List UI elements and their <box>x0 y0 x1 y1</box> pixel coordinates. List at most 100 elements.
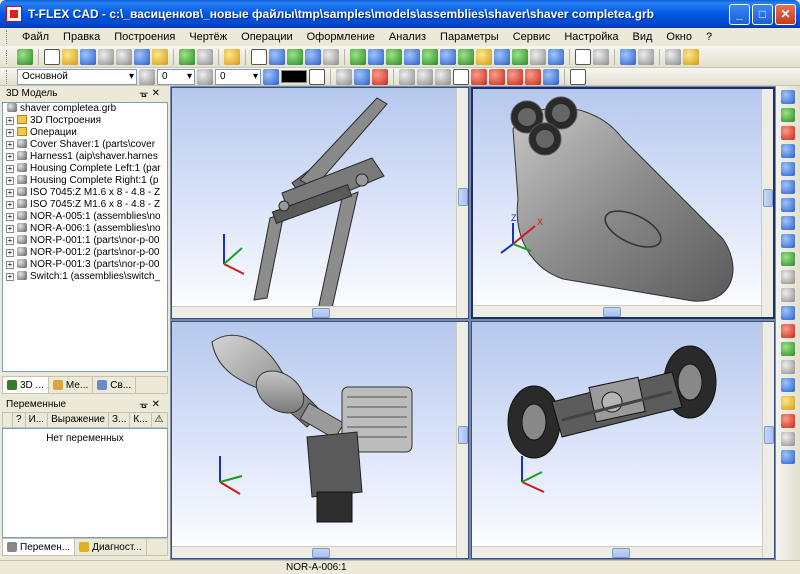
print-icon[interactable] <box>98 48 114 65</box>
expand-icon[interactable]: + <box>6 237 14 245</box>
view-render-icon[interactable] <box>781 342 795 356</box>
expand-icon[interactable]: + <box>6 153 14 161</box>
cut-icon[interactable] <box>116 48 132 65</box>
minimize-button[interactable]: _ <box>729 3 750 25</box>
priority-icon[interactable] <box>197 68 213 85</box>
layer-select[interactable]: Основной <box>17 68 137 85</box>
vars-col-indicator[interactable] <box>3 413 13 427</box>
vars-col-name[interactable]: И... <box>26 413 49 427</box>
tab-properties[interactable]: Св... <box>93 377 137 393</box>
chamfer-icon[interactable] <box>458 48 474 65</box>
tree-item[interactable]: + NOR-A-005:1 (assemblies\no <box>3 211 167 223</box>
menu-service[interactable]: Сервис <box>506 28 558 46</box>
menu-design[interactable]: Оформление <box>300 28 382 46</box>
pin-icon[interactable]: ᚗ <box>140 399 152 410</box>
tree-item[interactable]: + ISO 7045:Z M1.6 x 8 - 4.8 - Z <box>3 187 167 199</box>
snap-icon[interactable] <box>372 68 388 85</box>
expand-icon[interactable]: + <box>6 261 14 269</box>
viewport-bottom-left[interactable] <box>171 321 469 559</box>
tree-item[interactable]: + Cover Shaver:1 (parts\cover <box>3 139 167 151</box>
calculator-icon[interactable] <box>638 48 654 65</box>
maximize-button[interactable]: □ <box>752 3 773 25</box>
expand-icon[interactable]: + <box>6 189 14 197</box>
select-vertex-icon[interactable] <box>435 68 451 85</box>
menu-help[interactable]: ? <box>699 28 719 46</box>
tree-item[interactable]: + ISO 7045:Z M1.6 x 8 - 4.8 - Z <box>3 199 167 211</box>
mirror-icon[interactable] <box>512 48 528 65</box>
zoom-out-icon[interactable] <box>781 216 795 230</box>
clip-icon[interactable] <box>665 48 681 65</box>
tree-item[interactable]: + Switch:1 (assemblies\switch_ <box>3 271 167 283</box>
confirm-icon[interactable] <box>17 48 33 65</box>
tree-item[interactable]: +3D Построения <box>3 115 167 127</box>
vars-col-expression[interactable]: Выражение <box>48 413 109 427</box>
view-wire-icon[interactable] <box>781 360 795 374</box>
tree-item[interactable]: + Housing Complete Left:1 (par <box>3 163 167 175</box>
view-front-icon[interactable] <box>781 306 795 320</box>
menu-drawing[interactable]: Чертёж <box>182 28 234 46</box>
color-palette-icon[interactable] <box>263 68 279 85</box>
menu-parameters[interactable]: Параметры <box>433 28 506 46</box>
menu-file[interactable]: Файл <box>15 28 56 46</box>
horizontal-scrollbar[interactable] <box>172 546 456 558</box>
rotate-view-icon[interactable] <box>781 252 795 266</box>
tree-item[interactable]: + NOR-A-006:1 (assemblies\no <box>3 223 167 235</box>
plane-icon[interactable] <box>323 48 339 65</box>
variables-icon[interactable] <box>620 48 636 65</box>
menu-construct[interactable]: Построения <box>107 28 182 46</box>
help-icon[interactable] <box>683 48 699 65</box>
tree-root[interactable]: shaver completea.grb <box>3 103 167 115</box>
menu-operations[interactable]: Операции <box>234 28 299 46</box>
viewport-top-left[interactable] <box>171 87 469 319</box>
node-icon[interactable] <box>287 48 303 65</box>
new-file-icon[interactable] <box>44 48 60 65</box>
select-profile-icon[interactable] <box>543 68 559 85</box>
boolean-icon[interactable] <box>422 48 438 65</box>
view-iso-icon[interactable] <box>781 378 795 392</box>
select-arrow-icon[interactable] <box>781 90 795 104</box>
menu-settings[interactable]: Настройка <box>557 28 625 46</box>
menu-grip[interactable] <box>6 30 9 44</box>
viewport-top-right[interactable]: Z X <box>471 87 775 319</box>
select-operation-icon[interactable] <box>471 68 487 85</box>
scroll-thumb[interactable] <box>458 426 468 444</box>
view-section-icon[interactable] <box>781 324 795 338</box>
panel-close-icon[interactable]: ✕ <box>152 399 164 410</box>
zoom-dynamic-icon[interactable] <box>781 234 795 248</box>
expand-icon[interactable]: + <box>6 225 14 233</box>
select-all-icon[interactable] <box>570 68 586 85</box>
save-icon[interactable] <box>80 48 96 65</box>
zoom-previous-icon[interactable] <box>781 198 795 212</box>
expand-icon[interactable]: + <box>6 213 14 221</box>
dimension-icon[interactable] <box>305 48 321 65</box>
vertical-scrollbar[interactable] <box>762 322 774 558</box>
viewport-bottom-right[interactable] <box>471 321 775 559</box>
scroll-thumb[interactable] <box>603 307 621 317</box>
filter-icon[interactable] <box>336 68 352 85</box>
vertical-scrollbar[interactable] <box>456 322 468 558</box>
expand-icon[interactable]: + <box>6 201 14 209</box>
close-button[interactable]: ✕ <box>775 3 796 25</box>
vars-col-value[interactable]: З... <box>109 413 131 427</box>
expand-icon[interactable]: + <box>6 129 14 137</box>
tree-item[interactable]: + Операции <box>3 127 167 139</box>
window-layout-icon[interactable] <box>251 48 267 65</box>
tree-item[interactable]: + NOR-P-001:2 (parts\nor-p-00 <box>3 247 167 259</box>
tab-variables[interactable]: Перемен... <box>3 539 76 555</box>
sweep-icon[interactable] <box>404 48 420 65</box>
tree-item[interactable]: + Harness1 (aip\shaver.harnes <box>3 151 167 163</box>
panel-close-icon[interactable]: ✕ <box>152 88 164 99</box>
rotate-icon[interactable] <box>368 48 384 65</box>
light-icon[interactable] <box>781 288 795 302</box>
redo-icon[interactable] <box>197 48 213 65</box>
expand-icon[interactable]: + <box>6 273 14 281</box>
measure-icon[interactable] <box>593 48 609 65</box>
vertical-scrollbar[interactable] <box>456 88 468 318</box>
fillet-icon[interactable] <box>440 48 456 65</box>
tab-diagnostics[interactable]: Диагност... <box>75 539 147 555</box>
menu-edit[interactable]: Правка <box>56 28 107 46</box>
loft-icon[interactable] <box>386 48 402 65</box>
expand-icon[interactable]: + <box>6 117 14 125</box>
tree-item[interactable]: + Housing Complete Right:1 (p <box>3 175 167 187</box>
pan-icon[interactable] <box>781 270 795 284</box>
